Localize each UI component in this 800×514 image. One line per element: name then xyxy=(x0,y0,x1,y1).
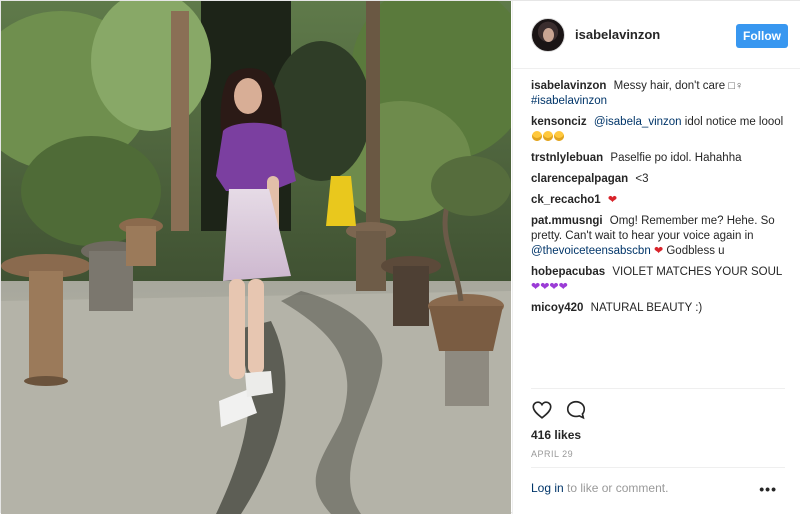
laughing-emoji-icon xyxy=(554,131,564,141)
comment-text: NATURAL BEAUTY :) xyxy=(590,302,703,314)
purple-heart-icon: ❤❤❤❤ xyxy=(531,281,568,293)
login-link[interactable]: Log in xyxy=(531,481,564,495)
profile-avatar[interactable] xyxy=(531,17,565,52)
comment-username[interactable]: kensonciz xyxy=(531,116,587,128)
instagram-post: isabelavinzon Follow isabelavinzon Messy… xyxy=(0,0,800,514)
more-options-icon[interactable]: ••• xyxy=(759,481,777,497)
comment-text: VIOLET MATCHES YOUR SOUL xyxy=(612,266,783,278)
comment-item: hobepacubas VIOLET MATCHES YOUR SOUL ❤❤❤… xyxy=(531,265,789,295)
post-header: isabelavinzon Follow xyxy=(513,1,800,69)
post-side-panel: isabelavinzon Follow isabelavinzon Messy… xyxy=(512,1,800,514)
comment-item: ck_recacho1 ❤ xyxy=(531,193,789,208)
login-prompt-text: to like or comment. xyxy=(563,481,669,495)
comment-item: clarencepalpagan <3 xyxy=(531,172,789,187)
comment-text: idol notice me loool xyxy=(684,116,784,128)
comment-mention[interactable]: @isabela_vinzon xyxy=(594,116,682,128)
comment-username[interactable]: micoy420 xyxy=(531,302,583,314)
comment-text-continued: Godbless u xyxy=(666,245,725,257)
header-username[interactable]: isabelavinzon xyxy=(575,27,660,42)
divider xyxy=(531,467,785,468)
likes-count[interactable]: 416 likes xyxy=(531,428,581,442)
comment-username[interactable]: pat.mmusngi xyxy=(531,215,603,227)
caption-hashtag[interactable]: #isabelavinzon xyxy=(531,95,607,107)
login-prompt: Log in to like or comment. xyxy=(531,481,668,495)
comment-text: Paselfie po idol. Hahahha xyxy=(610,152,742,164)
comment-text: <3 xyxy=(635,173,649,185)
caption-username[interactable]: isabelavinzon xyxy=(531,80,606,92)
laughing-emoji-icon xyxy=(543,131,553,141)
caption-text: Messy hair, don't care xyxy=(613,80,726,92)
comment-item: trstnlylebuan Paselfie po idol. Hahahha xyxy=(531,151,789,166)
caption: isabelavinzon Messy hair, don't care □♀ … xyxy=(531,79,789,109)
follow-button[interactable]: Follow xyxy=(736,24,788,48)
action-bar xyxy=(531,399,587,421)
red-heart-icon: ❤ xyxy=(607,194,618,206)
comment-item: kensonciz @isabela_vinzon idol notice me… xyxy=(531,115,789,145)
comment-item: pat.mmusngi Omg! Remember me? Hehe. So p… xyxy=(531,214,789,259)
divider xyxy=(531,388,785,389)
photo-garden-girl xyxy=(1,1,511,514)
red-heart-icon: ❤ xyxy=(653,245,664,257)
comment-username[interactable]: trstnlylebuan xyxy=(531,152,603,164)
speech-bubble-icon[interactable] xyxy=(565,399,587,421)
comment-username[interactable]: ck_recacho1 xyxy=(531,194,601,206)
comment-mention[interactable]: @thevoiceteensabscbn xyxy=(531,245,651,257)
heart-outline-icon[interactable] xyxy=(531,399,553,421)
comment-item: micoy420 NATURAL BEAUTY :) xyxy=(531,301,789,316)
post-photo[interactable] xyxy=(1,1,511,514)
comment-username[interactable]: clarencepalpagan xyxy=(531,173,628,185)
post-date: APRIL 29 xyxy=(531,449,574,459)
laughing-emoji-icon xyxy=(532,131,542,141)
comment-username[interactable]: hobepacubas xyxy=(531,266,605,278)
comments-list: isabelavinzon Messy hair, don't care □♀ … xyxy=(531,79,789,322)
caption-emoji-glyphs: □♀ xyxy=(728,80,744,92)
